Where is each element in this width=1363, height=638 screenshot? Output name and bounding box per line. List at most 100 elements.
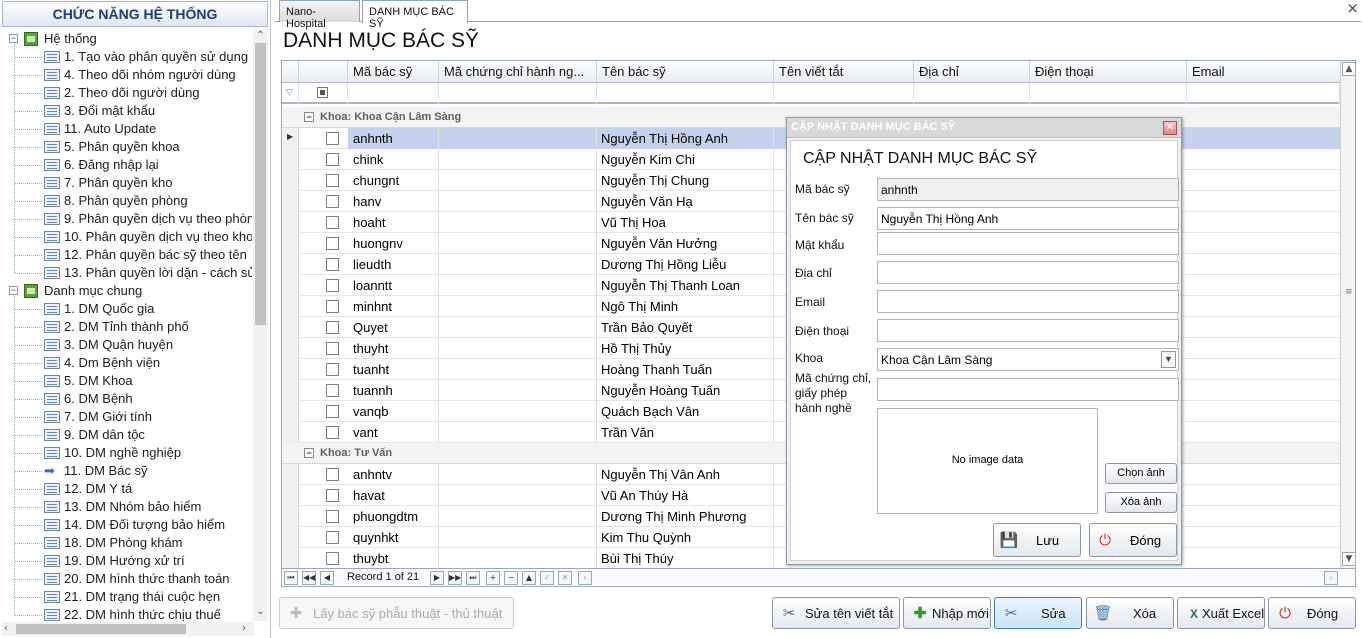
row-indicator[interactable] [282, 401, 299, 422]
tree-item[interactable]: 22. DM hình thức chịu thuế [2, 606, 252, 621]
prev-record-button[interactable]: ◀ [320, 571, 334, 585]
scroll-up-icon[interactable]: ⌃ [255, 30, 266, 42]
tree-item[interactable]: 20. DM hình thức thanh toán [2, 570, 252, 588]
cell-ma-bac-sy[interactable]: hoaht [348, 212, 439, 233]
delete-button[interactable]: 🗑 Xóa [1086, 597, 1174, 629]
cell-ma-bac-sy[interactable]: minhnt [348, 296, 439, 317]
tree-item[interactable]: 12. DM Y tá [2, 480, 252, 498]
nav-scroll-left-icon[interactable]: ‹ [578, 571, 592, 585]
cell-ma-bac-sy[interactable]: loanntt [348, 275, 439, 296]
filter-cell[interactable] [439, 83, 597, 104]
cell-ten-bac-sy[interactable]: Nguyễn Kim Chi [597, 149, 774, 170]
cell-ma-chung-chi[interactable] [439, 338, 597, 359]
cell-ma-bac-sy[interactable]: huongnv [348, 233, 439, 254]
row-checkbox[interactable] [326, 300, 339, 313]
close-tab-icon[interactable]: × [1346, 0, 1359, 17]
cell-ma-bac-sy[interactable]: vant [348, 422, 439, 443]
col-header-ma-bac-sy[interactable]: Mã bác sỹ [348, 61, 439, 83]
col-header-ten-viet-tat[interactable]: Tên viết tắt [774, 61, 914, 83]
cell-ma-bac-sy[interactable]: phuongdtm [348, 506, 439, 527]
row-indicator[interactable] [282, 506, 299, 527]
tree-group[interactable]: − Hệ thống [2, 30, 252, 48]
tree-item[interactable]: 13. DM Nhóm bảo hiểm [2, 498, 252, 516]
cell-ma-chung-chi[interactable] [439, 527, 597, 548]
scroll-grip-icon[interactable]: ≡ [1345, 287, 1353, 297]
row-indicator[interactable] [282, 485, 299, 506]
filter-cell[interactable] [774, 83, 914, 104]
cell-ten-bac-sy[interactable]: Vũ An Thúy Hà [597, 485, 774, 506]
cell-ten-bac-sy[interactable]: Nguyễn Thị Chung [597, 170, 774, 191]
cell-ten-bac-sy[interactable]: Trần Bảo Quyết [597, 317, 774, 338]
row-checkbox[interactable] [326, 342, 339, 355]
row-indicator[interactable] [282, 191, 299, 212]
cell-ten-bac-sy[interactable]: Trần Văn [597, 422, 774, 443]
filter-cell[interactable] [1030, 83, 1187, 104]
cell-ma-chung-chi[interactable] [439, 506, 597, 527]
cell-ma-bac-sy[interactable]: anhntv [348, 464, 439, 485]
tree-item[interactable]: 14. DM Đối tượng bảo hiểm [2, 516, 252, 534]
tree-horizontal-scrollbar[interactable]: ‹ › [2, 622, 254, 636]
grid-vertical-scrollbar[interactable]: ▲ ≡ ▼ [1340, 61, 1355, 568]
row-checkbox[interactable] [326, 489, 339, 502]
row-checkbox[interactable] [326, 510, 339, 523]
filter-cell[interactable] [348, 83, 439, 104]
dialog-close-button[interactable]: ⏻ Đóng [1089, 523, 1177, 557]
cell-ten-bac-sy[interactable]: Nguyễn Thị Vân Anh [597, 464, 774, 485]
row-checkbox[interactable] [326, 321, 339, 334]
filter-icon[interactable]: ▽ [282, 83, 299, 104]
scroll-thumb[interactable] [255, 43, 266, 325]
edit-record-button[interactable]: ▲ [522, 571, 536, 585]
dialog-close-icon[interactable]: ✕ [1163, 121, 1177, 135]
row-indicator[interactable] [282, 149, 299, 170]
cell-ma-chung-chi[interactable] [439, 485, 597, 506]
cell-ma-chung-chi[interactable] [439, 359, 597, 380]
tree-item[interactable]: 6. DM Bệnh [2, 390, 252, 408]
cell-ma-chung-chi[interactable] [439, 548, 597, 568]
collapse-icon[interactable]: − [9, 34, 18, 43]
tree-item[interactable]: 3. DM Quận huyện [2, 336, 252, 354]
cell-ten-bac-sy[interactable]: Dương Thị Hồng Liễu [597, 254, 774, 275]
row-indicator[interactable] [282, 464, 299, 485]
filter-checkbox-cell[interactable] [299, 83, 348, 104]
tree-item[interactable]: 1. DM Quốc gia [2, 300, 252, 318]
row-checkbox[interactable] [326, 531, 339, 544]
cell-ma-bac-sy[interactable]: chink [348, 149, 439, 170]
row-indicator[interactable] [282, 317, 299, 338]
cell-ma-chung-chi[interactable] [439, 275, 597, 296]
cell-ma-bac-sy[interactable]: Quyet [348, 317, 439, 338]
prev-page-button[interactable]: ◀◀ [302, 571, 316, 585]
dia-chi-field[interactable] [877, 261, 1179, 284]
cell-ma-bac-sy[interactable]: thuybt [348, 548, 439, 568]
next-page-button[interactable]: ▶▶ [448, 571, 462, 585]
cell-ma-bac-sy[interactable]: quynhkt [348, 527, 439, 548]
scroll-right-icon[interactable]: › [242, 623, 246, 634]
tree-item[interactable]: 4. Theo dõi nhóm người dùng [2, 66, 252, 84]
row-indicator[interactable] [282, 359, 299, 380]
scroll-left-icon[interactable]: ‹ [4, 623, 8, 634]
delete-image-button[interactable]: Xóa ảnh [1105, 492, 1177, 513]
cell-ten-bac-sy[interactable]: Kim Thu Quỳnh [597, 527, 774, 548]
cell-ma-chung-chi[interactable] [439, 401, 597, 422]
tree-item[interactable]: 5. Phân quyền khoa [2, 138, 252, 156]
row-indicator[interactable]: ▶ [282, 128, 299, 149]
first-record-button[interactable]: ⏮ [284, 571, 298, 585]
cell-ma-bac-sy[interactable]: tuanht [348, 359, 439, 380]
mat-khau-field[interactable] [877, 232, 1179, 255]
row-checkbox[interactable] [326, 195, 339, 208]
tree-item[interactable]: 3. Đổi mật khẩu [2, 102, 252, 120]
scroll-down-icon[interactable]: ▼ [1342, 552, 1355, 566]
cell-ma-bac-sy[interactable]: tuannh [348, 380, 439, 401]
cell-ma-chung-chi[interactable] [439, 212, 597, 233]
row-checkbox[interactable] [326, 405, 339, 418]
cell-ten-bac-sy[interactable]: Nguyễn Thị Thanh Loan [597, 275, 774, 296]
cell-ma-bac-sy[interactable]: havat [348, 485, 439, 506]
tree-item[interactable]: 13. Phân quyền lời dặn - cách sử [2, 264, 252, 282]
row-indicator[interactable] [282, 275, 299, 296]
tree-item[interactable]: 11. Auto Update [2, 120, 252, 138]
filter-cell[interactable] [1187, 83, 1340, 104]
edit-abbreviation-button[interactable]: ✂ Sửa tên viết tắt [772, 597, 900, 629]
tree-item[interactable]: 7. Phân quyền kho [2, 174, 252, 192]
tree-item[interactable]: 21. DM trạng thái cuộc hẹn [2, 588, 252, 606]
ma-bac-sy-field[interactable]: anhnth [877, 178, 1179, 201]
cell-ten-bac-sy[interactable]: Ngô Thị Minh [597, 296, 774, 317]
